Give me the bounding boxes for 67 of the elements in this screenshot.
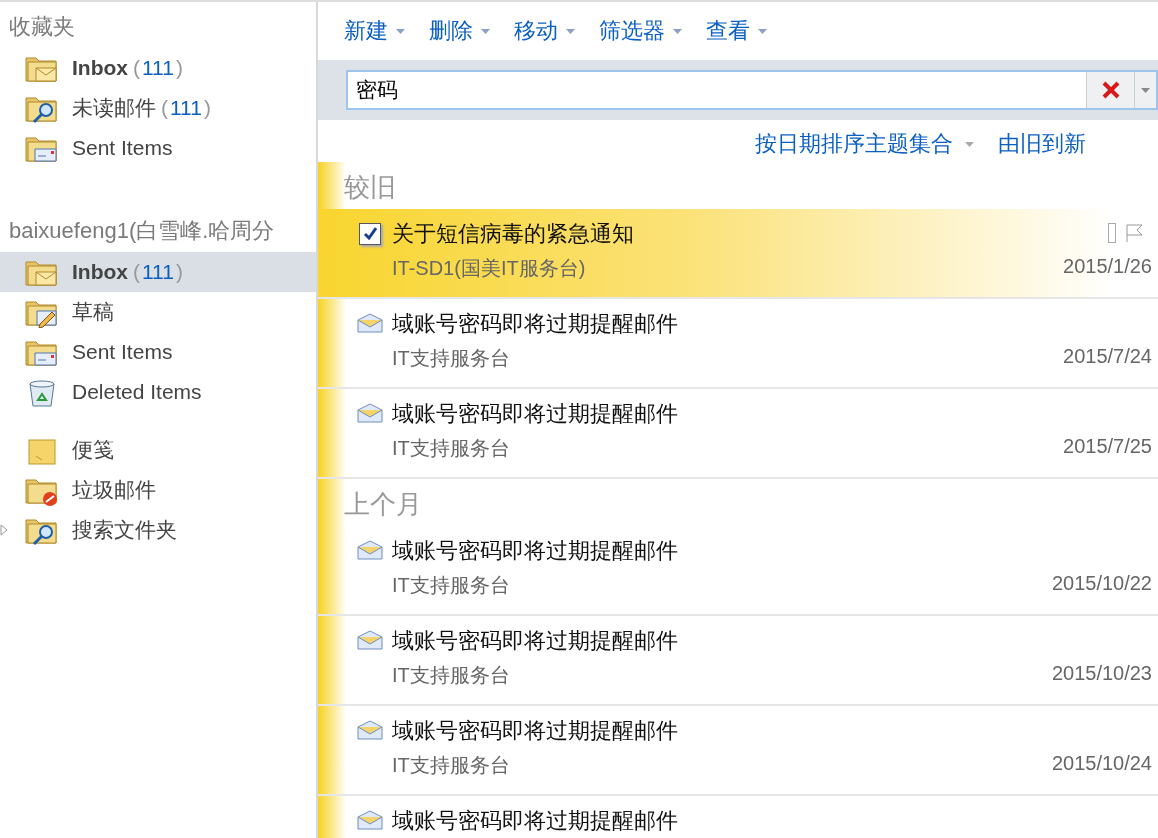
folder-item[interactable]: 垃圾邮件 [0,470,316,510]
message-date: 2015/1/26 [1063,255,1152,279]
folder-item[interactable]: Deleted Items [0,372,316,412]
envelope-icon [357,313,383,333]
caret-icon [396,28,405,34]
message-subject: 域账号密码即将过期提醒邮件 [392,400,678,428]
flag-icon [1124,223,1144,243]
checkbox[interactable] [359,223,381,245]
sort-menu[interactable]: 按日期排序主题集合 [755,129,974,159]
folder-item[interactable]: Inbox (111) [0,252,316,292]
group-header: 较旧 [344,171,396,204]
message-date: 2015/10/22 [1051,572,1152,596]
message-row[interactable]: 关于短信病毒的紧急通知 IT-SD1(国美IT服务台) 2015/1/26 [318,209,1158,299]
message-sender: IT-SD1(国美IT服务台) [392,256,586,281]
folder-item[interactable]: Sent Items [0,128,316,168]
check-icon [363,227,377,241]
caret-icon [1141,87,1150,93]
message-date: 2015/10/23 [1051,662,1152,686]
envelope-icon [357,403,383,423]
message-sender: IT支持服务台 [392,436,510,461]
message-sender: IT支持服务台 [392,346,510,371]
message-sender: IT支持服务台 [392,663,510,688]
message-subject: 域账号密码即将过期提醒邮件 [392,717,678,745]
message-sender: IT支持服务台 [392,573,510,598]
expand-arrow-icon [0,524,8,536]
section-title: 收藏夹 [8,13,75,41]
message-row[interactable]: 域账号密码即将过期提醒邮件 IT支持服务台 2015/7/25 [318,389,1158,479]
folder-item[interactable]: Sent Items [0,332,316,372]
caret-icon [758,28,767,34]
folder-item[interactable]: 搜索文件夹 [0,510,316,550]
message-subject: 域账号密码即将过期提醒邮件 [392,537,678,565]
message-subject: 关于短信病毒的紧急通知 [392,220,634,248]
close-icon [1100,80,1121,100]
group-header: 上个月 [344,488,422,521]
clear-button[interactable] [1086,70,1134,110]
envelope-icon [357,630,383,650]
folder-item[interactable]: 草稿 [0,292,316,332]
caret-icon [965,141,974,147]
envelope-icon [357,720,383,740]
message-subject: 域账号密码即将过期提醒邮件 [392,807,678,835]
message-subject: 域账号密码即将过期提醒邮件 [392,627,678,655]
folder-item[interactable]: 便笺 [0,430,316,470]
message-row[interactable]: 域账号密码即将过期提醒邮件 IT支持服务台 2015/10/23 [318,616,1158,706]
message-date: 2015/10/24 [1051,752,1152,776]
folder-item[interactable]: Inbox (111) [0,48,316,88]
sort-order-link[interactable]: 由旧到新 [998,129,1086,159]
caret-icon [673,28,682,34]
envelope-icon [357,540,383,560]
account-title: baixuefeng1(白雪峰.哈周分 [8,217,275,245]
envelope-icon [357,810,383,830]
search-field[interactable]: 密码 [346,70,1086,110]
toolbar-menu[interactable]: 新建 [344,16,405,46]
toolbar-menu[interactable]: 删除 [429,16,490,46]
folder-item[interactable]: 未读邮件 (111) [0,88,316,128]
message-sender: IT支持服务台 [392,753,510,778]
message-date: 2015/7/24 [1063,345,1152,369]
caret-icon [481,28,490,34]
caret-icon [566,28,575,34]
toolbar-menu[interactable]: 移动 [514,16,575,46]
rectangle-icon [1108,223,1116,243]
message-row[interactable]: 域账号密码即将过期提醒邮件 IT支持服务台 2015/10/22 [318,526,1158,616]
message-row[interactable]: 域账号密码即将过期提醒邮件 IT支持服务台 2015/7/24 [318,299,1158,389]
toolbar-menu[interactable]: 查看 [706,16,767,46]
message-subject: 域账号密码即将过期提醒邮件 [392,310,678,338]
message-date: 2015/7/25 [1063,435,1152,459]
message-row[interactable]: 域账号密码即将过期提醒邮件 IT支持服务台 2015/10/24 [318,706,1158,796]
toolbar-menu[interactable]: 筛选器 [599,16,682,46]
